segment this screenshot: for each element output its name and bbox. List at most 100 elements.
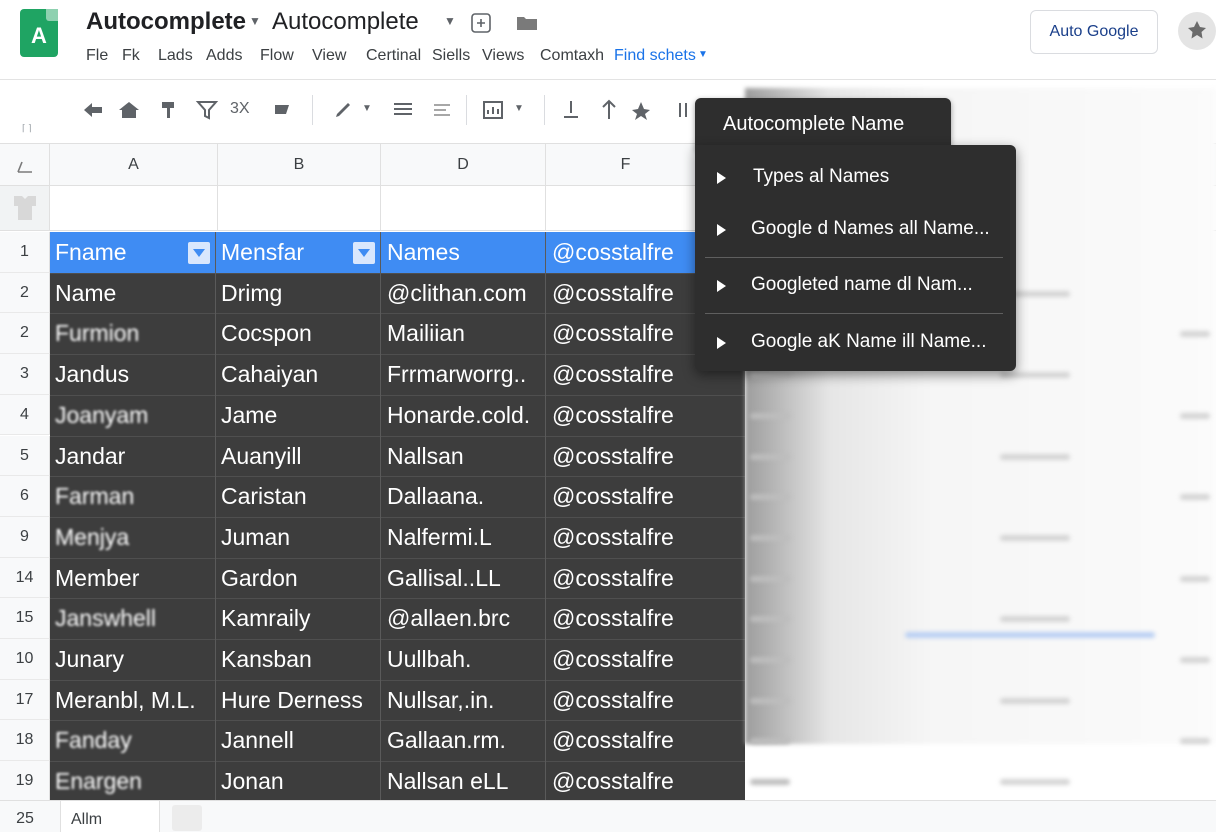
table-cell[interactable]: @cosstalfre bbox=[547, 354, 695, 395]
table-cell[interactable]: Auanyill bbox=[216, 436, 380, 477]
table-cell[interactable]: Caristan bbox=[216, 476, 380, 517]
table-cell[interactable]: Nalfermi.L bbox=[382, 517, 545, 558]
frozen-row-handle[interactable] bbox=[0, 186, 50, 230]
table-cell[interactable]: Nallsan bbox=[382, 436, 545, 477]
table-cell[interactable]: Drimg bbox=[216, 273, 380, 314]
row-number[interactable]: 5 bbox=[0, 435, 50, 477]
table-cell[interactable]: Hure Derness bbox=[216, 680, 380, 721]
table-cell[interactable]: Jonan bbox=[216, 761, 380, 802]
row-number[interactable]: 9 bbox=[0, 516, 50, 558]
table-cell[interactable]: @cosstalfre bbox=[547, 313, 695, 354]
column-header-b[interactable]: B bbox=[218, 144, 381, 186]
table-cell[interactable]: Nullsar,.in. bbox=[382, 680, 545, 721]
table-cell[interactable]: Joanyam bbox=[50, 395, 214, 436]
row-number[interactable]: 10 bbox=[0, 639, 50, 680]
table-cell[interactable]: Juman bbox=[216, 517, 380, 558]
row-number[interactable]: 4 bbox=[0, 394, 50, 436]
table-cell[interactable]: @cosstalfre bbox=[547, 680, 695, 721]
insert-icon[interactable] bbox=[558, 97, 584, 123]
avatar[interactable] bbox=[1178, 12, 1216, 50]
table-cell[interactable]: @cosstalfre bbox=[547, 476, 695, 517]
zoom-label[interactable]: 3X bbox=[230, 100, 256, 126]
table-cell[interactable]: Furmion bbox=[50, 313, 214, 354]
menu-find-sheets[interactable]: Find schets bbox=[614, 47, 696, 65]
table-cell[interactable]: @cosstalfre bbox=[547, 273, 695, 314]
table-cell[interactable]: Farman bbox=[50, 476, 214, 517]
header-cell[interactable]: Names bbox=[382, 232, 545, 273]
menu-flow[interactable]: Flow bbox=[260, 47, 294, 65]
table-cell[interactable]: Gardon bbox=[216, 558, 380, 599]
menu-file[interactable]: Fle bbox=[86, 47, 108, 65]
home-icon[interactable] bbox=[116, 97, 142, 123]
more-icon[interactable] bbox=[628, 97, 654, 123]
table-cell[interactable]: Uullbah. bbox=[382, 639, 545, 680]
undo-icon[interactable] bbox=[80, 97, 106, 123]
filter-dropdown-icon[interactable] bbox=[188, 242, 210, 264]
table-cell[interactable]: Gallisal..LL bbox=[382, 558, 545, 599]
menu-item-types-names[interactable]: Types al Names bbox=[695, 155, 1016, 199]
chevron-down-icon[interactable]: ▼ bbox=[362, 103, 388, 129]
table-cell[interactable]: Nallsan eLL bbox=[382, 761, 545, 802]
text-wrap-icon[interactable] bbox=[430, 97, 456, 123]
filter-dropdown-icon[interactable] bbox=[353, 242, 375, 264]
header-cell[interactable]: @cosstalfre bbox=[547, 232, 695, 273]
table-cell[interactable]: Janswhell bbox=[50, 598, 214, 639]
sheets-logo-icon[interactable]: A bbox=[20, 9, 58, 57]
menu-view[interactable]: View bbox=[312, 47, 346, 65]
column-header-a[interactable]: A bbox=[50, 144, 218, 186]
table-cell[interactable]: Name bbox=[50, 273, 214, 314]
column-header-f[interactable]: F bbox=[546, 144, 706, 186]
row-number[interactable]: 6 bbox=[0, 476, 50, 517]
folder-icon[interactable] bbox=[516, 12, 538, 34]
table-cell[interactable]: Junary bbox=[50, 639, 214, 680]
table-cell[interactable]: Jame bbox=[216, 395, 380, 436]
table-cell[interactable]: Mailiian bbox=[382, 313, 545, 354]
cell[interactable] bbox=[546, 186, 706, 230]
column-header-d[interactable]: D bbox=[381, 144, 546, 186]
menu-views[interactable]: Views bbox=[482, 47, 524, 65]
table-cell[interactable]: Member bbox=[50, 558, 214, 599]
menu-adds[interactable]: Adds bbox=[206, 47, 242, 65]
paint-format-icon[interactable] bbox=[156, 97, 182, 123]
table-cell[interactable]: Jandar bbox=[50, 436, 214, 477]
row-number[interactable]: 2 bbox=[0, 313, 50, 355]
row-number[interactable]: 2 bbox=[0, 272, 50, 314]
menu-fk[interactable]: Fk bbox=[122, 47, 140, 65]
table-cell[interactable]: @cosstalfre bbox=[547, 761, 695, 802]
table-cell[interactable]: @cosstalfre bbox=[547, 395, 695, 436]
cell[interactable] bbox=[50, 186, 218, 230]
table-cell[interactable]: Dallaana. bbox=[382, 476, 545, 517]
table-cell[interactable]: Meranbl, M.L. bbox=[50, 680, 214, 721]
chevron-down-icon[interactable]: ▼ bbox=[514, 103, 540, 129]
pen-icon[interactable] bbox=[330, 97, 356, 123]
table-cell[interactable]: Gallaan.rm. bbox=[382, 720, 545, 761]
table-cell[interactable]: Enargen bbox=[50, 761, 214, 802]
table-cell[interactable]: Fanday bbox=[50, 720, 214, 761]
table-cell[interactable]: @cosstalfre bbox=[547, 598, 695, 639]
format-icon[interactable] bbox=[270, 97, 296, 123]
menu-comtaxh[interactable]: Comtaxh bbox=[540, 47, 604, 65]
table-cell[interactable]: Jannell bbox=[216, 720, 380, 761]
menu-certinal[interactable]: Certinal bbox=[366, 47, 421, 65]
table-cell[interactable]: @cosstalfre bbox=[547, 436, 695, 477]
table-cell[interactable]: Menjya bbox=[50, 517, 214, 558]
chevron-down-icon[interactable]: ▼ bbox=[698, 49, 708, 60]
align-icon[interactable] bbox=[390, 97, 416, 123]
table-cell[interactable]: Cahaiyan bbox=[216, 354, 380, 395]
menu-lads[interactable]: Lads bbox=[158, 47, 193, 65]
chevron-down-icon[interactable]: ▼ bbox=[249, 14, 261, 28]
table-cell[interactable]: @cosstalfre bbox=[547, 558, 695, 599]
table-cell[interactable]: @allaen.brc bbox=[382, 598, 545, 639]
star-icon[interactable] bbox=[470, 12, 492, 34]
chevron-down-icon[interactable]: ▼ bbox=[444, 14, 456, 28]
table-cell[interactable]: @clithan.com bbox=[382, 273, 545, 314]
menu-item-google-ak-name[interactable]: Google aK Name ill Name... bbox=[695, 320, 1016, 364]
menu-item-google-names[interactable]: Google d Names all Name... bbox=[695, 207, 1016, 251]
row-number[interactable]: 3 bbox=[0, 354, 50, 395]
document-title[interactable]: Autocomplete bbox=[86, 8, 246, 36]
cell[interactable] bbox=[218, 186, 381, 230]
table-cell[interactable]: @cosstalfre bbox=[547, 720, 695, 761]
document-subtitle[interactable]: Autocomplete bbox=[272, 8, 419, 36]
select-all-corner[interactable] bbox=[0, 144, 50, 186]
table-cell[interactable]: @cosstalfre bbox=[547, 517, 695, 558]
